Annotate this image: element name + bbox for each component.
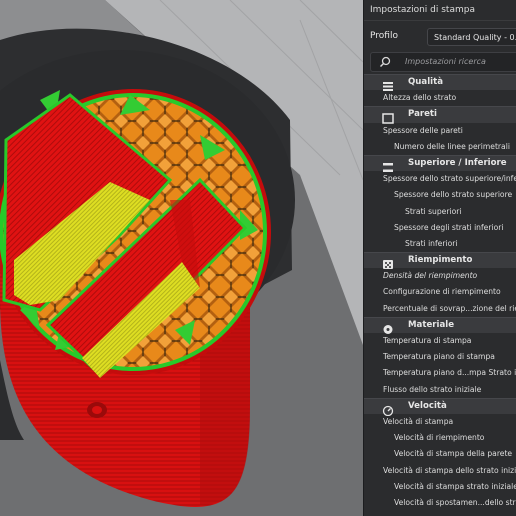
settings-search-input[interactable]: Impostazioni ricerca (370, 52, 516, 72)
setting-row[interactable]: Flusso dello strato iniziale (364, 382, 516, 398)
setting-row[interactable]: Spessore dello strato superiore/inferior… (364, 171, 516, 187)
setting-row[interactable]: Strati superiori (364, 204, 516, 220)
profile-row: Profilo Standard Quality - 0.2mm (364, 24, 516, 50)
setting-row[interactable]: Velocità di spostamen...dello strato ini… (364, 495, 516, 511)
panel-title: Impostazioni di stampa (364, 0, 516, 21)
setting-row[interactable]: Numero delle linee perimetrali (364, 139, 516, 155)
setting-row[interactable]: Densità del riempimento (364, 268, 516, 284)
settings-list: Qualità Altezza dello strato Pareti Spessor… (364, 74, 516, 511)
setting-row[interactable]: Percentuale di sovrap...zione del riempi… (364, 301, 516, 317)
profile-dropdown[interactable]: Standard Quality - 0.2mm (427, 28, 516, 46)
category-walls[interactable]: Pareti (364, 106, 516, 125)
setting-row[interactable]: Spessore degli strati inferiori (364, 220, 516, 236)
setting-row[interactable]: Temperatura piano d...mpa Strato inizial… (364, 365, 516, 381)
setting-row[interactable]: Velocità di stampa (364, 414, 516, 430)
setting-row[interactable]: Strati inferiori (364, 236, 516, 252)
setting-row[interactable]: Spessore dello strato superiore (364, 187, 516, 203)
search-icon (379, 56, 391, 68)
material-icon (382, 320, 394, 334)
category-top-bottom[interactable]: Superiore / Inferiore (364, 154, 516, 172)
setting-row[interactable]: Velocità di stampa dello strato iniziale (364, 463, 516, 479)
category-label: Materiale (408, 319, 455, 330)
setting-row[interactable]: Velocità di stampa strato iniziale (364, 479, 516, 495)
speed-icon (382, 401, 394, 416)
setting-row[interactable]: Configurazione di riempimento (364, 284, 516, 300)
setting-row[interactable]: Spessore delle pareti (364, 123, 516, 139)
top-bottom-icon (382, 158, 394, 172)
wall-seam-inner (92, 406, 102, 414)
category-material[interactable]: Materiale (364, 316, 516, 334)
category-label: Velocità (408, 400, 447, 411)
category-quality[interactable]: Qualità (364, 74, 516, 91)
setting-row[interactable]: Altezza dello strato (364, 90, 516, 106)
setting-row[interactable]: Temperatura piano di stampa (364, 349, 516, 365)
walls-icon (382, 109, 394, 125)
search-placeholder: Impostazioni ricerca (405, 57, 486, 66)
category-infill[interactable]: Riempimento (364, 252, 516, 270)
setting-row[interactable]: Velocità di stampa della parete (364, 446, 516, 462)
infill-icon (382, 255, 394, 270)
profile-label: Profilo (370, 31, 398, 41)
category-label: Superiore / Inferiore (408, 157, 507, 168)
category-speed[interactable]: Velocità (364, 397, 516, 416)
category-label: Riempimento (408, 255, 473, 266)
quality-icon (382, 77, 394, 91)
print-settings-panel: Impostazioni di stampa Profilo Standard … (363, 0, 516, 516)
category-label: Qualità (408, 77, 444, 87)
category-label: Pareti (408, 109, 437, 120)
setting-row[interactable]: Velocità di riempimento (364, 430, 516, 446)
setting-row[interactable]: Temperatura di stampa (364, 333, 516, 349)
